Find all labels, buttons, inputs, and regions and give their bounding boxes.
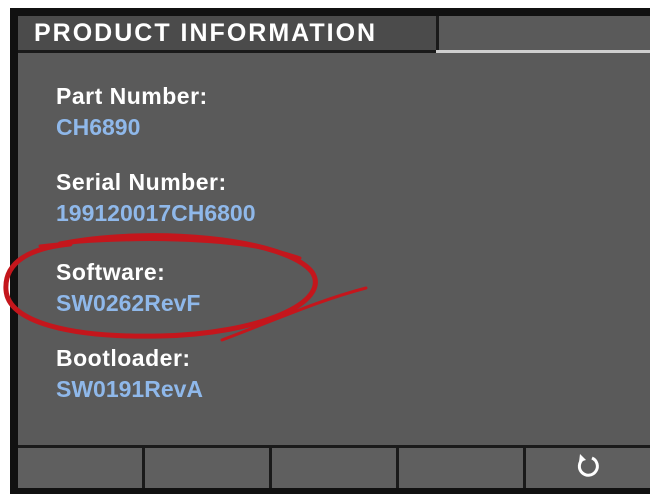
software-field: Software: SW0262RevF [56,258,200,318]
softkey-2[interactable] [145,448,272,488]
softkey-4[interactable] [399,448,526,488]
bootloader-label: Bootloader: [56,345,191,371]
softkey-3[interactable] [272,448,399,488]
title-bar: PRODUCT INFORMATION [18,16,439,53]
back-arrow-icon [577,454,599,477]
bootloader-value: SW0191RevA [56,376,204,402]
part-number-label: Part Number: [56,83,208,109]
serial-number-label: Serial Number: [56,169,227,195]
softkey-bar [18,445,650,488]
back-softkey[interactable] [526,448,650,488]
softkey-1[interactable] [18,448,145,488]
serial-number-field: Serial Number: 199120017CH6800 [56,168,256,228]
software-label: Software: [56,259,166,285]
product-information-screen: PRODUCT INFORMATION Part Number: CH6890 … [10,8,650,494]
software-value: SW0262RevF [56,290,201,316]
page-title: PRODUCT INFORMATION [34,19,378,47]
bootloader-field: Bootloader: SW0191RevA [56,344,203,404]
part-number-value: CH6890 [56,114,141,140]
serial-number-value: 199120017CH6800 [56,200,256,226]
title-divider [436,50,650,53]
part-number-field: Part Number: CH6890 [56,82,208,142]
